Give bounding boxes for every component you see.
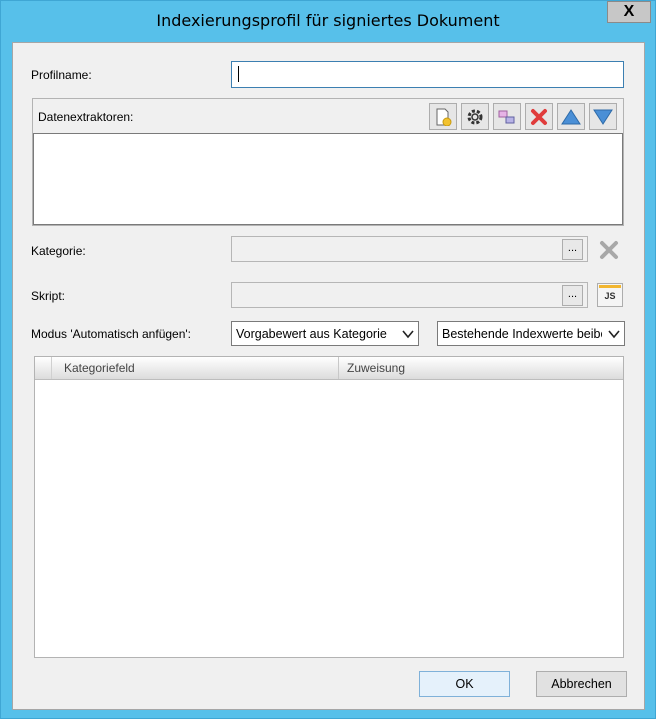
mode-default-value: Vorgabewert aus Kategorie bbox=[236, 327, 387, 341]
chevron-down-icon bbox=[402, 330, 414, 339]
move-up-button[interactable] bbox=[557, 103, 585, 130]
script-label: Skript: bbox=[31, 289, 66, 303]
down-arrow-icon bbox=[593, 109, 613, 125]
link-icon bbox=[498, 110, 515, 123]
mode-existing-value: Bestehende Indexwerte beibehalten bbox=[442, 327, 625, 341]
assignment-grid[interactable]: Kategoriefeld Zuweisung bbox=[34, 356, 624, 658]
delete-extractor-button[interactable] bbox=[525, 103, 553, 130]
link-button[interactable] bbox=[493, 103, 521, 130]
category-label: Kategorie: bbox=[31, 244, 86, 258]
title-bar[interactable]: Indexierungsprofil für signiertes Dokume… bbox=[1, 1, 655, 41]
gear-icon bbox=[467, 109, 483, 124]
category-browse-button[interactable]: ... bbox=[562, 239, 583, 260]
window-title: Indexierungsprofil für signiertes Dokume… bbox=[156, 11, 500, 30]
settings-button[interactable] bbox=[461, 103, 489, 130]
cancel-button[interactable]: Abbrechen bbox=[536, 671, 627, 697]
ok-button[interactable]: OK bbox=[419, 671, 510, 697]
extractors-panel: Datenextraktoren: bbox=[32, 98, 624, 226]
profile-name-label: Profilname: bbox=[31, 68, 92, 82]
mode-default-select[interactable]: Vorgabewert aus Kategorie bbox=[231, 321, 419, 346]
extractors-toolbar bbox=[429, 103, 621, 130]
dialog-window: Indexierungsprofil für signiertes Dokume… bbox=[0, 0, 656, 719]
up-arrow-icon bbox=[561, 108, 581, 124]
script-browse-button[interactable]: ... bbox=[562, 285, 583, 306]
mode-existing-select[interactable]: Bestehende Indexwerte beibehalten bbox=[437, 321, 625, 346]
category-clear-button[interactable] bbox=[597, 238, 621, 262]
text-caret bbox=[238, 66, 239, 82]
dialog-content: Profilname: Datenextraktoren: Kategorie:… bbox=[12, 42, 645, 710]
script-input[interactable]: ... bbox=[231, 282, 588, 308]
profile-name-input[interactable] bbox=[231, 61, 624, 88]
column-header-kategoriefeld[interactable]: Kategoriefeld bbox=[52, 357, 339, 379]
mode-label: Modus 'Automatisch anfügen': bbox=[31, 327, 192, 341]
new-document-icon bbox=[436, 108, 452, 126]
js-icon: JS bbox=[604, 291, 616, 301]
delete-icon bbox=[531, 108, 547, 125]
grid-row-header bbox=[35, 357, 52, 379]
extractors-label: Datenextraktoren: bbox=[38, 110, 134, 124]
move-down-button[interactable] bbox=[589, 103, 617, 130]
extractors-list[interactable] bbox=[33, 133, 623, 225]
new-extractor-button[interactable] bbox=[429, 103, 457, 130]
category-input[interactable]: ... bbox=[231, 236, 588, 262]
grid-header: Kategoriefeld Zuweisung bbox=[35, 357, 623, 380]
close-button[interactable]: X bbox=[607, 1, 651, 23]
column-header-zuweisung[interactable]: Zuweisung bbox=[339, 357, 623, 379]
chevron-down-icon bbox=[608, 330, 620, 339]
clear-icon bbox=[600, 241, 618, 259]
script-edit-button[interactable]: JS bbox=[597, 283, 623, 307]
js-icon-bar bbox=[599, 285, 621, 288]
